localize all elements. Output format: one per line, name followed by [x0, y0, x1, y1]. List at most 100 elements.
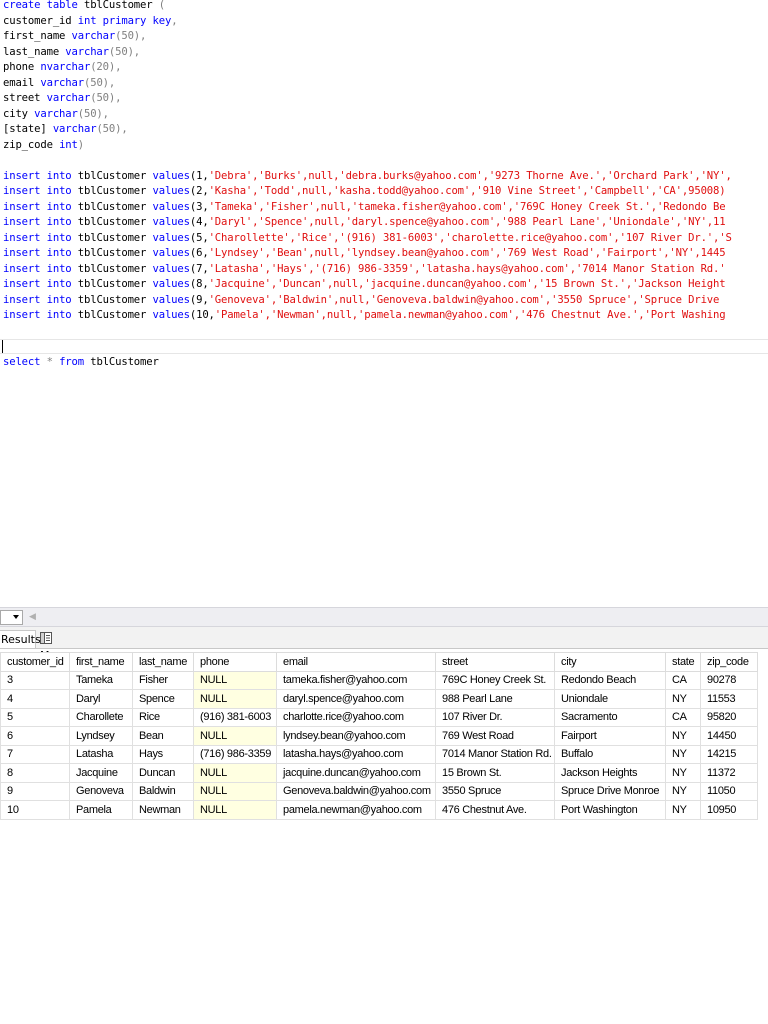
grid-cell-first_name[interactable]: Latasha	[69, 744, 133, 764]
grid-cell-street[interactable]: 3550 Spruce	[435, 781, 555, 801]
grid-cell-email[interactable]: daryl.spence@yahoo.com	[276, 689, 436, 709]
grid-cell-last_name[interactable]: Rice	[132, 707, 194, 727]
keyword: into	[46, 169, 72, 182]
column-header-phone[interactable]: phone	[193, 652, 277, 672]
column-header-customer_id[interactable]: customer_id	[0, 652, 70, 672]
grid-cell-customer_id[interactable]: 5	[0, 707, 70, 727]
grid-cell-city[interactable]: Port Washington	[554, 800, 666, 820]
grid-cell-customer_id[interactable]: 8	[0, 763, 70, 783]
grid-cell-state[interactable]: CA	[665, 707, 701, 727]
grid-cell-phone[interactable]: NULL	[193, 689, 277, 709]
query-editor[interactable]: create table tblCustomer ( customer_id i…	[0, 0, 768, 372]
grid-cell-customer_id[interactable]: 10	[0, 800, 70, 820]
grid-cell-state[interactable]: NY	[665, 689, 701, 709]
table-row[interactable]: 7 Latasha Hays (716) 986-3359 latasha.hays@y…	[0, 744, 758, 764]
grid-cell-customer_id[interactable]: 3	[0, 670, 70, 690]
table-row[interactable]: 3 Tameka Fisher NULL tameka.fisher@yahoo.com…	[0, 670, 758, 690]
grid-cell-city[interactable]: Buffalo	[554, 744, 666, 764]
column-header-city[interactable]: city	[554, 652, 666, 672]
grid-cell-state[interactable]: NY	[665, 781, 701, 801]
grid-cell-last_name[interactable]: Fisher	[132, 670, 194, 690]
grid-cell-email[interactable]: tameka.fisher@yahoo.com	[276, 670, 436, 690]
grid-cell-phone[interactable]: NULL	[193, 763, 277, 783]
grid-cell-street[interactable]: 15 Brown St.	[435, 763, 555, 783]
grid-cell-state[interactable]: NY	[665, 726, 701, 746]
grid-cell-first_name[interactable]: Jacquine	[69, 763, 133, 783]
grid-cell-email[interactable]: lyndsey.bean@yahoo.com	[276, 726, 436, 746]
grid-cell-phone[interactable]: NULL	[193, 670, 277, 690]
grid-cell-customer_id[interactable]: 6	[0, 726, 70, 746]
grid-cell-first_name[interactable]: Pamela	[69, 800, 133, 820]
grid-cell-city[interactable]: Fairport	[554, 726, 666, 746]
grid-cell-email[interactable]: pamela.newman@yahoo.com	[276, 800, 436, 820]
grid-cell-zip_code[interactable]: 10950	[700, 800, 758, 820]
column-header-zip_code[interactable]: zip_code	[700, 652, 758, 672]
grid-cell-email[interactable]: charlotte.rice@yahoo.com	[276, 707, 436, 727]
column-header-email[interactable]: email	[276, 652, 436, 672]
grid-cell-first_name[interactable]: Tameka	[69, 670, 133, 690]
grid-cell-first_name[interactable]: Charollete	[69, 707, 133, 727]
table-row[interactable]: 5 Charollete Rice (916) 381-6003 charlotte.r…	[0, 707, 758, 727]
grid-cell-last_name[interactable]: Bean	[132, 726, 194, 746]
column-header-first_name[interactable]: first_name	[69, 652, 133, 672]
grid-cell-first_name[interactable]: Daryl	[69, 689, 133, 709]
grid-cell-phone[interactable]: NULL	[193, 800, 277, 820]
grid-cell-email[interactable]: Genoveva.baldwin@yahoo.com	[276, 781, 436, 801]
grid-cell-last_name[interactable]: Newman	[132, 800, 194, 820]
keyword: values	[152, 309, 191, 321]
grid-cell-phone[interactable]: (716) 986-3359	[193, 744, 277, 764]
grid-cell-zip_code[interactable]: 14215	[700, 744, 758, 764]
grid-cell-customer_id[interactable]: 7	[0, 744, 70, 764]
grid-cell-state[interactable]: CA	[665, 670, 701, 690]
table-row[interactable]: 8 Jacquine Duncan NULL jacquine.duncan@yahoo…	[0, 763, 758, 783]
grid-cell-customer_id[interactable]: 4	[0, 689, 70, 709]
grid-cell-last_name[interactable]: Baldwin	[132, 781, 194, 801]
grid-cell-zip_code[interactable]: 11050	[700, 781, 758, 801]
grid-cell-last_name[interactable]: Spence	[132, 689, 194, 709]
table-row[interactable]: 9 Genoveva Baldwin NULL Genoveva.baldwin@yah…	[0, 781, 758, 801]
grid-cell-phone[interactable]: NULL	[193, 726, 277, 746]
grid-cell-city[interactable]: Redondo Beach	[554, 670, 666, 690]
grid-cell-zip_code[interactable]: 90278	[700, 670, 758, 690]
grid-cell-state[interactable]: NY	[665, 744, 701, 764]
grid-cell-first_name[interactable]: Lyndsey	[69, 726, 133, 746]
grid-cell-zip_code[interactable]: 95820	[700, 707, 758, 727]
tab-messages[interactable]: Messages	[38, 630, 110, 662]
grid-cell-first_name[interactable]: Genoveva	[69, 781, 133, 801]
column-header-state[interactable]: state	[665, 652, 701, 672]
column-header-last_name[interactable]: last_name	[132, 652, 194, 672]
grid-cell-phone[interactable]: NULL	[193, 781, 277, 801]
scroll-left-icon[interactable]: ◀	[29, 612, 36, 622]
table-row[interactable]: 6 Lyndsey Bean NULL lyndsey.bean@yahoo.com 76…	[0, 726, 758, 746]
grid-cell-zip_code[interactable]: 11553	[700, 689, 758, 709]
grid-cell-email[interactable]: latasha.hays@yahoo.com	[276, 744, 436, 764]
grid-cell-customer_id[interactable]: 9	[0, 781, 70, 801]
keyword: insert	[3, 231, 41, 244]
grid-cell-city[interactable]: Jackson Heights	[554, 763, 666, 783]
grid-cell-street[interactable]: 769C Honey Creek St.	[435, 670, 555, 690]
grid-cell-street[interactable]: 7014 Manor Station Rd.	[435, 744, 555, 764]
grid-cell-zip_code[interactable]: 11372	[700, 763, 758, 783]
grid-cell-street[interactable]: 476 Chestnut Ave.	[435, 800, 555, 820]
column-header-street[interactable]: street	[435, 652, 555, 672]
tab-results[interactable]: Results	[0, 630, 41, 648]
results-grid[interactable]: customer_id first_name last_name phone email…	[0, 652, 758, 820]
grid-cell-city[interactable]: Uniondale	[554, 689, 666, 709]
grid-cell-street[interactable]: 988 Pearl Lane	[435, 689, 555, 709]
grid-cell-phone[interactable]: (916) 381-6003	[193, 707, 277, 727]
grid-cell-email[interactable]: jacquine.duncan@yahoo.com	[276, 763, 436, 783]
grid-cell-city[interactable]: Sacramento	[554, 707, 666, 727]
grid-cell-zip_code[interactable]: 14450	[700, 726, 758, 746]
zoom-dropdown[interactable]	[0, 610, 23, 625]
grid-cell-state[interactable]: NY	[665, 763, 701, 783]
grid-cell-street[interactable]: 107 River Dr.	[435, 707, 555, 727]
grid-cell-state[interactable]: NY	[665, 800, 701, 820]
grid-cell-last_name[interactable]: Duncan	[132, 763, 194, 783]
grid-cell-street[interactable]: 769 West Road	[435, 726, 555, 746]
table-row[interactable]: 4 Daryl Spence NULL daryl.spence@yahoo.com 98…	[0, 689, 758, 709]
values-prefix: (5,	[189, 231, 209, 244]
grid-cell-city[interactable]: Spruce Drive Monroe	[554, 781, 666, 801]
table-row[interactable]: 10 Pamela Newman NULL pamela.newman@yahoo.co…	[0, 800, 758, 820]
grid-cell-last_name[interactable]: Hays	[132, 744, 194, 764]
identifier: tblCustomer	[83, 356, 159, 368]
